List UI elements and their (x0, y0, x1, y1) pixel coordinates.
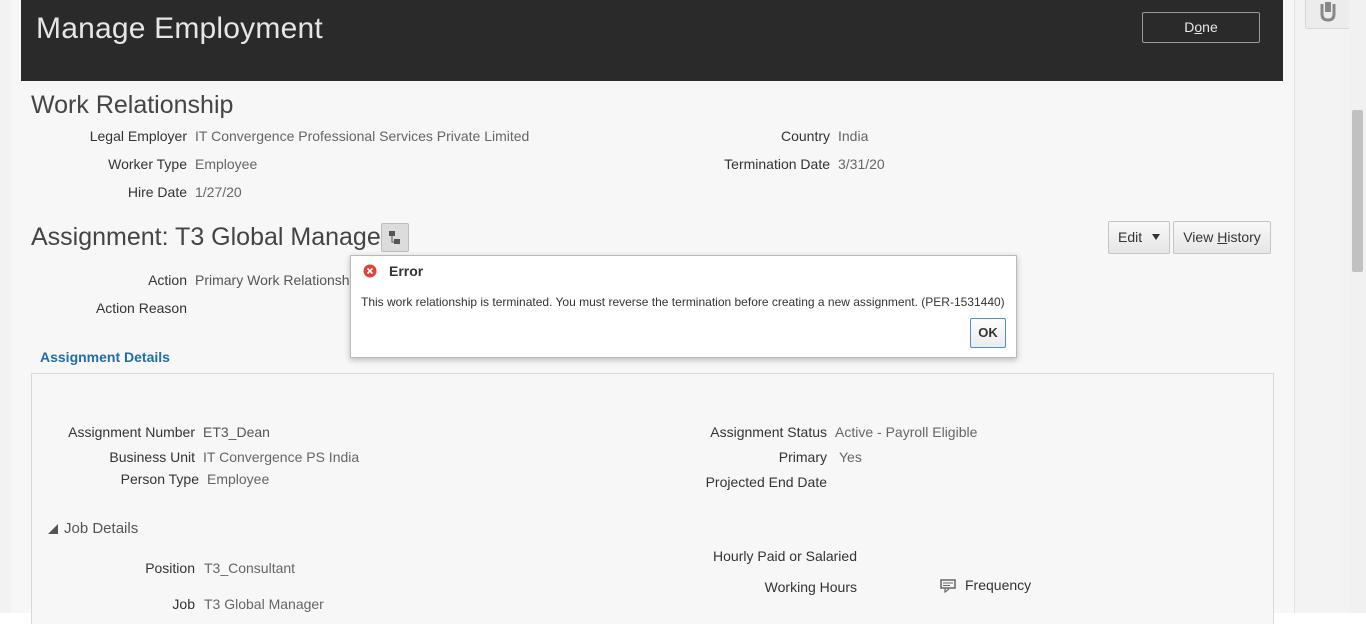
tab-label: Assignment Details (40, 349, 170, 365)
scrollbar-thumb[interactable] (1352, 110, 1363, 272)
legal-employer-value: IT Convergence Professional Services Pri… (195, 128, 530, 144)
assignment-status-value: Active - Payroll Eligible (835, 424, 978, 440)
error-dialog: Error This work relationship is terminat… (350, 255, 1017, 358)
dialog-title: Error (389, 263, 424, 279)
primary-value: Yes (839, 449, 862, 465)
frequency-icon (940, 579, 956, 594)
projected-end-date-label: Projected End Date (705, 474, 827, 490)
dialog-message: This work relationship is terminated. Yo… (361, 295, 1005, 309)
vertical-scrollbar[interactable] (1349, 0, 1366, 613)
assignment-title: Assignment: T3 Global Manager (31, 223, 390, 251)
country-value: India (838, 128, 869, 144)
ok-button[interactable]: OK (970, 318, 1006, 348)
view-history-button[interactable]: View History (1173, 221, 1271, 254)
position-label: Position (145, 560, 195, 576)
edit-menu-button[interactable]: Edit (1108, 221, 1170, 254)
collapse-triangle-icon (48, 524, 58, 534)
job-label: Job (172, 596, 195, 612)
assignment-status-label: Assignment Status (710, 424, 827, 440)
job-value: T3 Global Manager (204, 596, 324, 612)
done-label-access-key: o (1194, 19, 1203, 35)
worker-type-label: Worker Type (108, 156, 187, 172)
business-unit-label: Business Unit (109, 449, 195, 465)
position-value: T3_Consultant (204, 560, 296, 576)
hierarchy-icon (389, 231, 400, 244)
right-rail (1294, 0, 1350, 613)
view-history-post: istory (1227, 229, 1261, 245)
assignment-details-panel (31, 373, 1274, 624)
job-details-toggle[interactable]: Job Details (48, 520, 138, 537)
tab-assignment-details[interactable]: Assignment Details (31, 343, 179, 376)
page-title: Manage Employment (36, 12, 323, 45)
primary-label: Primary (778, 449, 827, 465)
country-label: Country (780, 128, 830, 144)
action-reason-label: Action Reason (95, 300, 187, 316)
person-type-value: Employee (207, 471, 270, 487)
worker-type-value: Employee (195, 156, 258, 172)
rail-icon (1320, 2, 1336, 22)
done-label-pre: D (1184, 19, 1195, 35)
hire-date-label: Hire Date (127, 184, 187, 200)
assignment-number-label: Assignment Number (68, 424, 195, 440)
frequency-label: Frequency (965, 577, 1032, 593)
assignment-number-value: ET3_Dean (203, 424, 270, 440)
view-history-access-key: H (1217, 229, 1228, 245)
termination-date-value: 3/31/20 (838, 156, 885, 172)
edit-label: Edit (1117, 229, 1143, 245)
action-label: Action (148, 272, 187, 288)
hire-date-value: 1/27/20 (195, 184, 242, 200)
done-button[interactable]: Done (1142, 12, 1260, 43)
hourly-paid-label: Hourly Paid or Salaried (713, 548, 857, 564)
view-history-pre: View (1183, 229, 1218, 245)
done-label-post: ne (1202, 19, 1218, 35)
working-hours-label: Working Hours (764, 579, 857, 595)
business-unit-value: IT Convergence PS India (203, 449, 360, 465)
work-relationship-title: Work Relationship (31, 91, 234, 119)
job-details-label: Job Details (64, 520, 139, 537)
person-type-label: Person Type (120, 471, 199, 487)
chevron-down-icon (1152, 234, 1160, 240)
rail-button[interactable] (1305, 0, 1351, 29)
legal-employer-label: Legal Employer (89, 128, 187, 144)
left-gutter (0, 0, 11, 613)
action-value: Primary Work Relationship (195, 272, 361, 288)
termination-date-label: Termination Date (724, 156, 830, 172)
hierarchy-button[interactable] (381, 223, 409, 252)
error-icon (363, 264, 377, 278)
